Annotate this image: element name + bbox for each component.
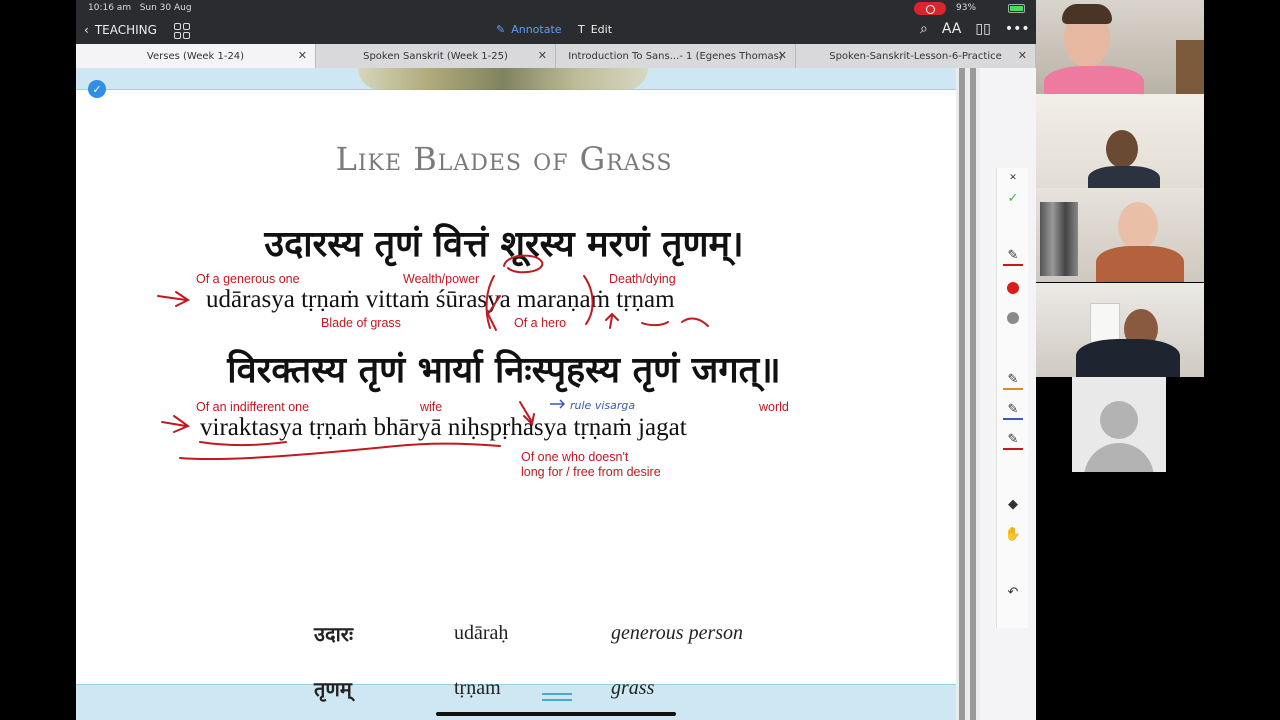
color-gray-icon[interactable]: [1003, 308, 1023, 328]
annotate-button[interactable]: ✎ Annotate: [496, 23, 562, 36]
tab-label: Spoken Sanskrit (Week 1-25): [363, 50, 508, 62]
participant-video-5-placeholder[interactable]: [1072, 377, 1166, 472]
participant-hair: [1062, 4, 1112, 24]
home-indicator: [436, 712, 676, 716]
pen-red-icon[interactable]: ✎: [1003, 246, 1023, 266]
page-header-band: [76, 68, 956, 90]
close-icon[interactable]: ✕: [778, 49, 787, 62]
whiteboard: [1090, 303, 1120, 343]
close-icon[interactable]: ✕: [538, 49, 547, 62]
text-size-icon[interactable]: AA: [942, 21, 962, 37]
vocab-meaning-2: grass: [611, 677, 655, 699]
decorative-image: [358, 68, 648, 90]
participant-video-2[interactable]: [1036, 94, 1204, 188]
guitars: [1040, 202, 1078, 276]
chevron-left-icon: ‹: [84, 23, 89, 37]
close-icon[interactable]: ✕: [298, 49, 307, 62]
participant-video-1[interactable]: [1036, 0, 1204, 94]
selected-check-icon[interactable]: ✓: [88, 80, 106, 98]
edit-label: Edit: [590, 23, 613, 36]
more-icon[interactable]: •••: [1005, 21, 1030, 37]
text-cursor-icon: T: [578, 23, 585, 36]
highlighter-icon[interactable]: ✎: [1003, 370, 1023, 390]
tab-label: Spoken-Sanskrit-Lesson-6-Practice: [829, 50, 1002, 62]
pen-blue-icon[interactable]: ✎: [1003, 400, 1023, 420]
vocab-translit-2: tṛṇam: [454, 677, 501, 699]
vocab-deva-2: तृणम्: [314, 677, 352, 701]
grid-view-icon[interactable]: [174, 23, 190, 39]
tab-introduction[interactable]: Introduction To Sans...- 1 (Egenes Thoma…: [556, 44, 796, 68]
annotation-tool-palette: ✕ ✓ ✎ ✎ ✎ ✎ ◆ ✋ ↶: [996, 168, 1028, 628]
book-icon[interactable]: ▯▯: [975, 21, 990, 37]
checkmark-icon[interactable]: ✓: [1003, 188, 1023, 208]
participant-shirt: [1044, 66, 1144, 94]
close-icon[interactable]: ✕: [1003, 168, 1023, 188]
color-red-icon[interactable]: [1003, 278, 1023, 298]
bookshelf: [1176, 40, 1204, 94]
avatar-body: [1084, 443, 1154, 472]
undo-icon[interactable]: ↶: [1003, 582, 1023, 602]
document-page[interactable]: Like Blades of Grass उदारस्य तृणं वित्तं…: [76, 90, 956, 720]
search-icon[interactable]: ⌕: [920, 21, 928, 37]
app-toolbar: ‹ TEACHING ✎ Annotate T Edit ⌕ AA ▯▯ •••: [76, 18, 1036, 44]
screen-record-icon[interactable]: [914, 2, 946, 15]
ipad-status-bar: 10:16 am Sun 30 Aug 93%: [76, 0, 1036, 18]
drag-handle-icon[interactable]: [542, 693, 572, 701]
notability-app: 10:16 am Sun 30 Aug 93% ‹ TEACHING ✎ Ann…: [76, 0, 1036, 720]
annotate-label: Annotate: [511, 23, 562, 36]
tab-spoken-sanskrit[interactable]: Spoken Sanskrit (Week 1-25) ✕: [316, 44, 556, 68]
status-time: 10:16 am Sun 30 Aug: [88, 3, 192, 13]
document-tabs: Verses (Week 1-24) ✕ Spoken Sanskrit (We…: [76, 44, 1036, 68]
eraser-icon[interactable]: ◆: [1003, 494, 1023, 514]
participant-jacket: [1076, 339, 1180, 377]
video-participants: [1036, 0, 1204, 472]
participant-sweater: [1096, 246, 1184, 282]
edit-button[interactable]: T Edit: [578, 23, 612, 36]
vocab-meaning-1: generous person: [611, 622, 744, 644]
back-button[interactable]: ‹ TEACHING: [84, 23, 157, 37]
participant-face: [1118, 202, 1158, 250]
vocab-translit-1: udāraḥ: [454, 622, 509, 644]
participant-face: [1106, 130, 1138, 168]
avatar-icon: [1100, 401, 1138, 439]
tab-label: Verses (Week 1-24): [146, 50, 245, 62]
tab-lesson-6[interactable]: Spoken-Sanskrit-Lesson-6-Practice ✕: [796, 44, 1036, 68]
participant-video-4[interactable]: [1036, 283, 1204, 377]
battery-percent: 93%: [956, 3, 977, 13]
hand-icon[interactable]: ✋: [1003, 524, 1023, 544]
battery-icon: [1008, 4, 1025, 13]
pencil-icon: ✎: [496, 23, 506, 36]
participant-video-3[interactable]: [1036, 188, 1204, 282]
pen-icon[interactable]: ✎: [1003, 430, 1023, 450]
close-icon[interactable]: ✕: [1018, 49, 1027, 62]
back-label: TEACHING: [94, 23, 157, 37]
ink-annotations: [157, 254, 709, 461]
tab-label: Introduction To Sans...- 1 (Egenes Thoma…: [568, 50, 783, 62]
scroll-gutter[interactable]: [956, 68, 980, 720]
participant-shirt: [1088, 166, 1160, 188]
tab-verses[interactable]: Verses (Week 1-24) ✕: [76, 44, 316, 68]
vocab-deva-1: उदारः: [314, 622, 353, 646]
